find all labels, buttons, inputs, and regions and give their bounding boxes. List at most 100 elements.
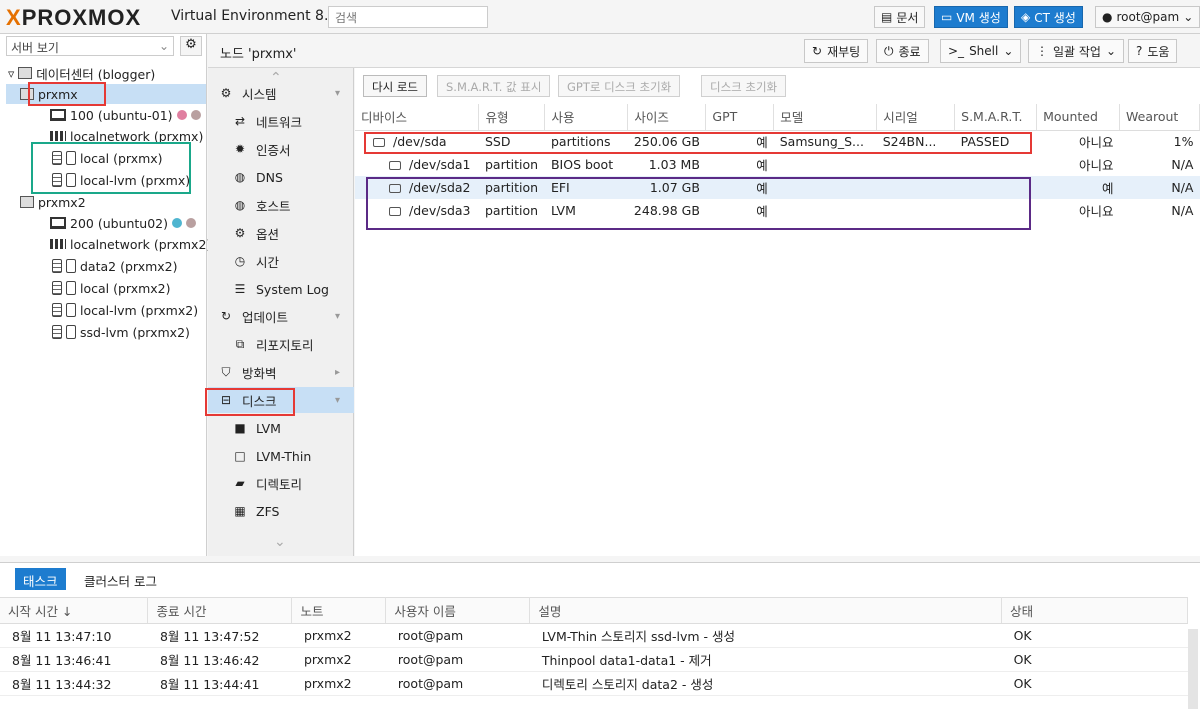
- scrollbar[interactable]: [1188, 629, 1198, 709]
- nav-dns[interactable]: ◍ DNS: [208, 164, 354, 190]
- nav-firewall[interactable]: ⛉ 방화벽 ▸: [208, 359, 354, 385]
- search-input[interactable]: 검색: [328, 6, 488, 28]
- tree-node-prxmx2[interactable]: prxmx2: [20, 192, 86, 212]
- gear-icon[interactable]: ⚙: [180, 36, 202, 56]
- nav-repositories[interactable]: ⧉ 리포지토리: [208, 331, 354, 357]
- create-ct-button[interactable]: ◈ CT 생성: [1014, 6, 1083, 28]
- tab-cluster-log[interactable]: 클러스터 로그: [76, 568, 165, 590]
- column-header[interactable]: 시작 시간 ↓: [0, 597, 149, 624]
- column-header[interactable]: 노트: [291, 597, 387, 624]
- clock-icon: ◷: [234, 254, 246, 268]
- tree-localnetwork-prxmx2[interactable]: localnetwork (prxmx2): [50, 234, 211, 254]
- network-icon: ⇄: [234, 114, 246, 128]
- refresh-icon: ↻: [220, 309, 232, 323]
- list-icon: ☰: [234, 282, 246, 296]
- nav-updates[interactable]: ↻ 업데이트 ▾: [208, 303, 354, 329]
- nav-options[interactable]: ⚙ 옵션: [208, 220, 354, 246]
- nav-network[interactable]: ⇄ 네트워크: [208, 108, 354, 134]
- column-header[interactable]: 모델: [773, 104, 878, 131]
- scroll-down-icon[interactable]: ⌄: [274, 534, 286, 550]
- tab-tasks[interactable]: 태스크: [15, 568, 66, 590]
- config-nav: ⌃ ⚙ 시스템 ▾ ⇄ 네트워크 ✹ 인증서 ◍ DNS ◍ 호스트 ⚙ 옵션 ◷ 시간 ☰ Sy…: [208, 68, 354, 556]
- chevron-down-icon: ⌄: [1183, 10, 1194, 24]
- task-panel: 태스크 클러스터 로그 시작 시간 ↓ 종료 시간 노트 사용자 이름 설명 상…: [0, 562, 1200, 714]
- column-header[interactable]: 사용: [544, 104, 629, 131]
- storage-icon: [66, 259, 76, 273]
- column-header[interactable]: 상태: [1001, 597, 1188, 624]
- reboot-button[interactable]: ↻ 재부팅: [804, 39, 869, 63]
- tree-vm-100[interactable]: 100 (ubuntu-01): [50, 105, 201, 125]
- table-row[interactable]: /dev/sda1 partition BIOS boot 1.03 MB 예 …: [355, 153, 1200, 176]
- datacenter-icon: [18, 67, 33, 79]
- docs-button[interactable]: ▤ 문서: [874, 6, 926, 28]
- menu-icon: ⋮: [1036, 44, 1048, 58]
- cube-icon: ◈: [1021, 10, 1031, 24]
- help-icon: ?: [1136, 44, 1143, 58]
- help-button[interactable]: ? 도움: [1128, 39, 1178, 63]
- nav-system[interactable]: ⚙ 시스템 ▾: [208, 80, 354, 106]
- view-selector[interactable]: 서버 보기 ⌄: [6, 36, 174, 56]
- grid-icon: ▦: [234, 504, 246, 518]
- column-header[interactable]: 사용자 이름: [385, 597, 531, 624]
- init-gpt-button[interactable]: GPT로 디스크 초기화: [558, 75, 681, 97]
- nav-certificates[interactable]: ✹ 인증서: [208, 136, 354, 162]
- column-header[interactable]: GPT: [705, 104, 775, 131]
- tree-data2-prxmx2[interactable]: data2 (prxmx2): [52, 256, 178, 276]
- globe-icon: ◍: [234, 198, 246, 212]
- user-icon: ●: [1102, 10, 1113, 24]
- table-row[interactable]: 8월 11 13:47:10 8월 11 13:47:52 prxmx2 roo…: [0, 623, 1188, 648]
- reload-button[interactable]: 다시 로드: [363, 75, 427, 97]
- tree-vm-200[interactable]: 200 (ubuntu02): [50, 213, 197, 233]
- tag-dot: [176, 110, 187, 120]
- column-header[interactable]: 설명: [529, 597, 1003, 624]
- column-header[interactable]: 유형: [478, 104, 546, 131]
- column-header[interactable]: 디바이스: [355, 104, 480, 131]
- nav-lvm-thin[interactable]: □ LVM-Thin: [208, 443, 354, 469]
- table-row[interactable]: 8월 11 13:44:32 8월 11 13:44:41 prxmx2 roo…: [0, 671, 1188, 696]
- bulk-actions-button[interactable]: ⋮ 일괄 작업 ⌄: [1028, 39, 1125, 63]
- disks-header-row: 디바이스 유형 사용 사이즈 GPT 모델 시리얼 S.M.A.R.T. Mou…: [355, 104, 1200, 131]
- tree-ssd-lvm-prxmx2[interactable]: ssd-lvm (prxmx2): [52, 322, 190, 342]
- smart-values-button[interactable]: S.M.A.R.T. 값 표시: [437, 75, 551, 97]
- chevron-down-icon: ▾: [334, 310, 340, 322]
- globe-icon: ◍: [234, 170, 246, 184]
- tree-local-prxmx2[interactable]: local (prxmx2): [52, 278, 171, 298]
- column-header[interactable]: S.M.A.R.T.: [954, 104, 1038, 131]
- power-icon: ⏻: [884, 43, 894, 58]
- user-menu-button[interactable]: ● root@pam ⌄: [1095, 6, 1200, 28]
- storage-icon: [52, 259, 62, 273]
- storage-icon: [52, 303, 62, 317]
- annotation-box-purple: [366, 177, 1031, 230]
- chevron-right-icon: ▸: [334, 366, 340, 378]
- shutdown-button[interactable]: ⏻ 종료: [876, 39, 929, 63]
- nav-system-log[interactable]: ☰ System Log: [208, 276, 354, 302]
- column-header[interactable]: 종료 시간: [147, 597, 293, 624]
- column-header[interactable]: 사이즈: [627, 104, 707, 131]
- nav-hosts[interactable]: ◍ 호스트: [208, 192, 354, 218]
- tree-local-lvm-prxmx2[interactable]: local-lvm (prxmx2): [52, 300, 198, 320]
- wipe-disk-button[interactable]: 디스크 초기화: [701, 75, 787, 97]
- storage-icon: [52, 325, 62, 339]
- copy-icon: ⧉: [235, 336, 245, 351]
- nav-lvm[interactable]: ■ LVM: [208, 415, 354, 441]
- column-header[interactable]: Mounted: [1036, 104, 1121, 131]
- square-icon: ■: [234, 421, 246, 435]
- column-header[interactable]: 시리얼: [876, 104, 956, 131]
- column-header[interactable]: Wearout: [1119, 104, 1200, 131]
- storage-icon: [66, 325, 76, 339]
- network-icon: [50, 239, 66, 249]
- table-row[interactable]: 8월 11 13:46:41 8월 11 13:46:42 prxmx2 roo…: [0, 647, 1188, 672]
- node-header: 노드 'prxmx' ↻ 재부팅 ⏻ 종료 >_ Shell ⌄ ⋮ 일괄 작업 ⌄ ? 도움: [208, 34, 1200, 68]
- tag-dot: [186, 218, 197, 228]
- square-outline-icon: □: [234, 449, 246, 463]
- nav-time[interactable]: ◷ 시간: [208, 248, 354, 274]
- tree-datacenter[interactable]: ▿ 데이터센터 (blogger): [8, 63, 155, 83]
- nav-directory[interactable]: ▰ 디렉토리: [208, 470, 354, 496]
- tasks-table: 시작 시간 ↓ 종료 시간 노트 사용자 이름 설명 상태 8월 11 13:4…: [0, 597, 1188, 696]
- create-vm-button[interactable]: ▭ VM 생성: [934, 6, 1008, 28]
- nav-zfs[interactable]: ▦ ZFS: [208, 498, 354, 524]
- chevron-down-icon: ⌄: [1003, 44, 1014, 58]
- shell-button[interactable]: >_ Shell ⌄: [940, 39, 1022, 63]
- book-icon: ▤: [881, 10, 893, 24]
- chevron-down-icon: ⌄: [1105, 44, 1117, 58]
